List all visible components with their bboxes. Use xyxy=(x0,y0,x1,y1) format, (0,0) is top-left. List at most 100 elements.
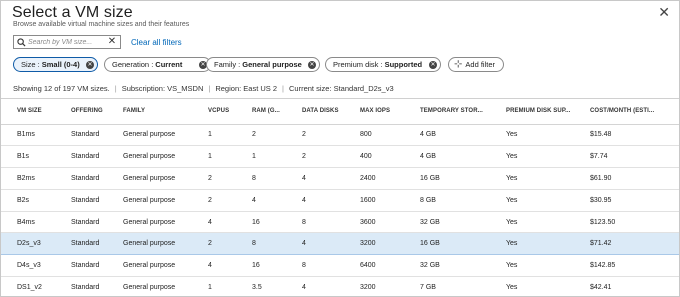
info-separator: | xyxy=(282,84,284,93)
column-header[interactable]: FAMILY xyxy=(118,99,203,125)
column-header[interactable]: TEMPORARY STOR... xyxy=(415,99,501,125)
table-cell: $61.90 xyxy=(585,167,679,190)
column-header[interactable]: RAM (G... xyxy=(247,99,297,125)
table-cell: 32 GB xyxy=(415,211,501,234)
table-cell: 800 xyxy=(355,124,415,147)
table-row[interactable]: DS1_v2 Standard General purpose 1 3.5 4 3200 7 … xyxy=(1,276,679,296)
table-cell: 2 xyxy=(247,124,297,147)
add-filter-icon: ⊹ xyxy=(454,59,463,70)
table-cell: 8 xyxy=(247,167,297,190)
table-cell: 4 GB xyxy=(415,124,501,147)
filter-pill-premium-disk[interactable]: Premium disk : Supported ✕ xyxy=(325,57,441,72)
table-cell: General purpose xyxy=(118,167,203,190)
table-cell: Standard xyxy=(66,254,118,278)
table-cell: $42.41 xyxy=(585,276,679,296)
table-cell: 6400 xyxy=(355,254,415,278)
column-header[interactable]: VM SIZE xyxy=(1,99,66,125)
close-icon[interactable]: ✕ xyxy=(658,5,670,19)
table-cell: 2 xyxy=(203,167,247,190)
table-row[interactable]: D2s_v3 Standard General purpose 2 8 4 3200 16 G… xyxy=(1,232,679,256)
table-row[interactable]: D4s_v3 Standard General purpose 4 16 8 6400 32 … xyxy=(1,254,679,278)
add-filter-button[interactable]: ⊹ Add filter xyxy=(448,57,504,72)
table-cell: Standard xyxy=(66,189,118,212)
table-cell: 1 xyxy=(203,124,247,147)
filter-pill-value: Supported xyxy=(384,60,423,69)
column-header[interactable]: COST/MONTH (ESTI... xyxy=(585,99,679,125)
filter-pill-value: Small (0-4) xyxy=(41,60,80,69)
table-cell: B2ms xyxy=(1,167,66,190)
page-subtitle: Browse available virtual machine sizes a… xyxy=(13,21,190,28)
filter-pill-label: Premium disk : xyxy=(333,60,383,69)
search-input[interactable] xyxy=(28,38,106,46)
table-cell: 2400 xyxy=(355,167,415,190)
table-cell: 1600 xyxy=(355,189,415,212)
subscription-info: Subscription: VS_MSDN xyxy=(121,84,204,93)
column-header[interactable]: VCPUS xyxy=(203,99,247,125)
table-cell: General purpose xyxy=(118,211,203,234)
table-cell: Standard xyxy=(66,124,118,147)
vm-size-blade: Select a VM size Browse available virtua… xyxy=(0,0,680,297)
column-header[interactable]: PREMIUM DISK SUP... xyxy=(501,99,585,125)
filter-pill-size[interactable]: Size : Small (0-4) ✕ xyxy=(13,57,98,72)
filter-pill-label: Generation : xyxy=(112,60,154,69)
table-cell: 4 xyxy=(297,232,355,256)
table-cell: 8 xyxy=(247,232,297,256)
table-cell: B1s xyxy=(1,145,66,169)
table-cell: 4 xyxy=(203,254,247,278)
table-row[interactable]: B4ms Standard General purpose 4 16 8 3600 32 GB… xyxy=(1,211,679,234)
table-cell: 16 xyxy=(247,211,297,234)
table-cell: Yes xyxy=(501,145,585,169)
filter-pill-label: Size : xyxy=(21,60,40,69)
filter-pill-family[interactable]: Family : General purpose ✕ xyxy=(206,57,320,72)
table-cell: Yes xyxy=(501,232,585,256)
table-row[interactable]: B1s Standard General purpose 1 1 2 400 4 GB Yes $… xyxy=(1,145,679,169)
table-cell: $7.74 xyxy=(585,145,679,169)
clear-search-icon[interactable]: ✕ xyxy=(106,37,118,47)
table-cell: 2 xyxy=(297,124,355,147)
table-cell: 8 xyxy=(297,211,355,234)
table-cell: General purpose xyxy=(118,254,203,278)
table-cell: 2 xyxy=(203,189,247,212)
table-cell: $30.95 xyxy=(585,189,679,212)
table-cell: 16 xyxy=(247,254,297,278)
table-cell: B1ms xyxy=(1,124,66,147)
filter-pill-generation[interactable]: Generation : Current ✕ xyxy=(104,57,211,72)
table-cell: 3.5 xyxy=(247,276,297,296)
table-cell: D2s_v3 xyxy=(1,232,66,256)
remove-filter-icon[interactable]: ✕ xyxy=(429,61,437,69)
column-header[interactable]: DATA DISKS xyxy=(297,99,355,125)
current-size-info: Current size: Standard_D2s_v3 xyxy=(289,84,394,93)
clear-all-filters-link[interactable]: Clear all filters xyxy=(131,38,182,47)
table-cell: 4 xyxy=(203,211,247,234)
remove-filter-icon[interactable]: ✕ xyxy=(308,61,316,69)
table-cell: General purpose xyxy=(118,145,203,169)
table-cell: DS1_v2 xyxy=(1,276,66,296)
column-header[interactable]: MAX IOPS xyxy=(355,99,415,125)
region-info: Region: East US 2 xyxy=(215,84,278,93)
column-header[interactable]: OFFERING xyxy=(66,99,118,125)
table-header-row: VM SIZE OFFERING FAMILY VCPUS RAM (G... … xyxy=(1,99,679,125)
table-cell: 4 GB xyxy=(415,145,501,169)
table-cell: 2 xyxy=(297,145,355,169)
search-icon xyxy=(14,37,28,47)
table-cell: Yes xyxy=(501,254,585,278)
table-cell: Yes xyxy=(501,189,585,212)
table-cell: Standard xyxy=(66,145,118,169)
table-cell: General purpose xyxy=(118,189,203,212)
table-cell: $71.42 xyxy=(585,232,679,256)
table-cell: 8 xyxy=(297,254,355,278)
search-box[interactable]: ✕ xyxy=(13,35,121,49)
table-cell: B2s xyxy=(1,189,66,212)
remove-filter-icon[interactable]: ✕ xyxy=(86,61,94,69)
table-cell: Yes xyxy=(501,276,585,296)
table-row[interactable]: B2ms Standard General purpose 2 8 4 2400 16 GB Y… xyxy=(1,167,679,190)
vm-size-table: VM SIZE OFFERING FAMILY VCPUS RAM (G... … xyxy=(1,98,679,296)
page-title: Select a VM size xyxy=(12,4,133,21)
table-row[interactable]: B1ms Standard General purpose 1 2 2 800 4 GB Yes… xyxy=(1,124,679,147)
table-cell: General purpose xyxy=(118,124,203,147)
table-cell: Yes xyxy=(501,124,585,147)
filter-pill-label: Family : xyxy=(214,60,241,69)
filter-pill-value: General purpose xyxy=(242,60,302,69)
table-cell: 3200 xyxy=(355,276,415,296)
table-row[interactable]: B2s Standard General purpose 2 4 4 1600 8 GB Yes… xyxy=(1,189,679,212)
